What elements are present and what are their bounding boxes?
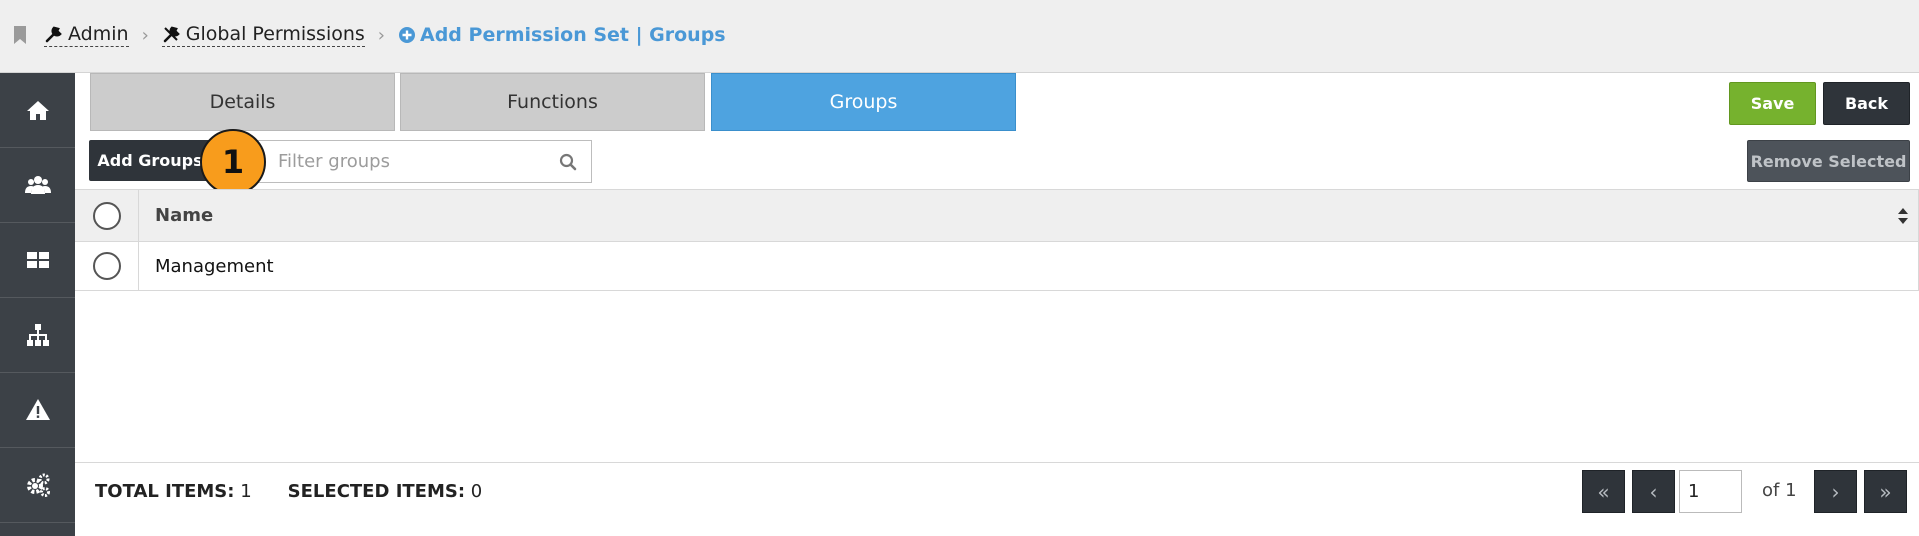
wrench-icon (45, 26, 62, 43)
row-select-radio[interactable] (92, 252, 121, 280)
sidebar-item-alerts[interactable] (0, 373, 75, 448)
chevron-right-icon: › (141, 24, 149, 46)
totals: TOTAL ITEMS: 1 SELECTED ITEMS: 0 (95, 481, 482, 502)
sidebar (0, 73, 75, 536)
groups-table: Name Management (75, 189, 1919, 291)
chevron-right-icon: › (1831, 479, 1840, 504)
tab-groups-label: Groups (829, 91, 898, 113)
chevron-left-icon: ‹ (1649, 479, 1658, 504)
breadcrumb-admin-label: Admin (68, 23, 129, 45)
last-page-button[interactable]: » (1864, 470, 1907, 513)
settings-icon (26, 473, 50, 497)
breadcrumb-current: Add Permission Set | Groups (398, 24, 726, 46)
back-button[interactable]: Back (1823, 82, 1910, 125)
sidebar-item-settings[interactable] (0, 448, 75, 523)
tab-functions-label: Functions (507, 91, 598, 113)
tools-icon (163, 26, 180, 43)
breadcrumb-global-permissions-label: Global Permissions (185, 23, 365, 45)
users-icon (24, 176, 51, 194)
sidebar-item-home[interactable] (0, 73, 75, 148)
select-all-cell (75, 190, 139, 241)
org-chart-icon (26, 324, 49, 346)
row-select-cell (75, 242, 139, 290)
tab-details-label: Details (209, 91, 276, 113)
tab-functions[interactable]: Functions (400, 73, 705, 131)
breadcrumb-current-label: Add Permission Set | Groups (420, 24, 726, 46)
first-page-button[interactable]: « (1582, 470, 1625, 513)
page-number-input[interactable] (1679, 470, 1742, 513)
top-bar: Admin › Global Permissions › Add Permiss… (0, 0, 1919, 73)
remove-selected-button[interactable]: Remove Selected (1747, 140, 1910, 182)
page-count: of 1 (1762, 480, 1797, 501)
sidebar-item-dashboard[interactable] (0, 223, 75, 298)
sidebar-item-hierarchy[interactable] (0, 298, 75, 373)
select-all-radio[interactable] (92, 201, 121, 230)
total-items-value: 1 (240, 481, 252, 502)
next-page-button[interactable]: › (1814, 470, 1857, 513)
bookmark-icon[interactable] (14, 26, 26, 44)
selected-items-label: SELECTED ITEMS: (287, 481, 466, 502)
double-chevron-left-icon: « (1597, 479, 1610, 504)
previous-page-button[interactable]: ‹ (1632, 470, 1675, 513)
selected-items-value: 0 (470, 481, 483, 502)
name-column-header[interactable]: Name (139, 205, 1919, 226)
total-items: TOTAL ITEMS: 1 (95, 481, 252, 502)
breadcrumb: Admin › Global Permissions › Add Permiss… (14, 22, 726, 48)
tab-groups[interactable]: Groups (711, 73, 1016, 131)
search-icon[interactable] (559, 153, 577, 171)
plus-circle-icon (399, 27, 415, 43)
table-row[interactable]: Management (75, 242, 1919, 291)
double-chevron-right-icon: » (1879, 479, 1892, 504)
add-groups-button[interactable]: Add Groups (89, 140, 211, 181)
home-icon (26, 101, 49, 120)
breadcrumb-admin[interactable]: Admin (44, 23, 129, 47)
step-badge: 1 (200, 129, 266, 195)
warning-icon (25, 399, 50, 420)
row-name: Management (155, 255, 274, 277)
selected-items: SELECTED ITEMS: 0 (288, 481, 483, 502)
name-column-label: Name (155, 205, 214, 226)
save-button[interactable]: Save (1729, 82, 1816, 125)
tab-details[interactable]: Details (90, 73, 395, 131)
chevron-right-icon: › (377, 24, 385, 46)
table-header: Name (75, 189, 1919, 242)
dashboard-icon (26, 252, 49, 268)
sort-icon[interactable] (1897, 207, 1909, 225)
row-name-cell: Management (139, 256, 1919, 277)
breadcrumb-global-permissions[interactable]: Global Permissions (161, 23, 365, 47)
filter-groups-search[interactable] (211, 140, 592, 183)
sidebar-item-users[interactable] (0, 148, 75, 223)
total-items-label: TOTAL ITEMS: (95, 481, 235, 502)
